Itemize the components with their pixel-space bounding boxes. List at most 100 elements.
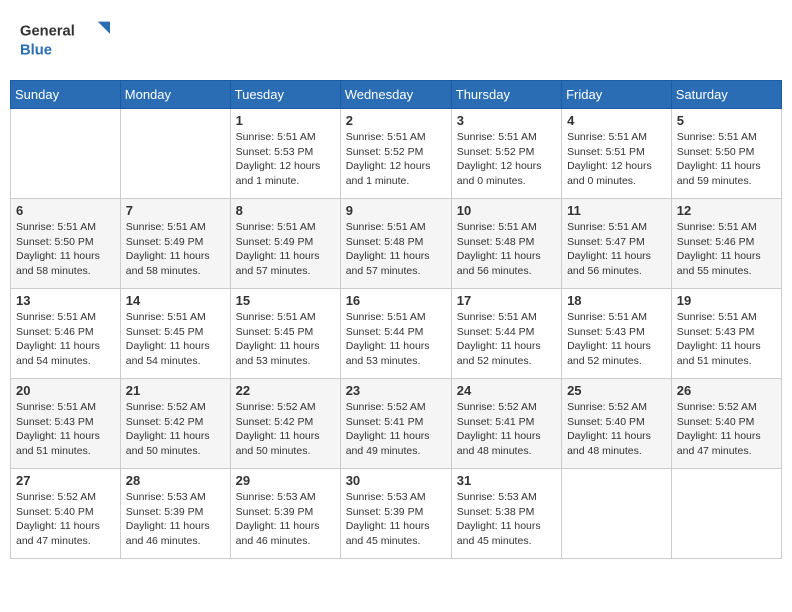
day-cell: 17 Sunrise: 5:51 AM Sunset: 5:44 PM Dayli…: [451, 289, 561, 379]
day-number: 19: [677, 293, 776, 308]
day-cell: 27 Sunrise: 5:52 AM Sunset: 5:40 PM Dayli…: [11, 469, 121, 559]
day-cell: 14 Sunrise: 5:51 AM Sunset: 5:45 PM Dayli…: [120, 289, 230, 379]
week-row-2: 6 Sunrise: 5:51 AM Sunset: 5:50 PM Daylig…: [11, 199, 782, 289]
day-cell: 18 Sunrise: 5:51 AM Sunset: 5:43 PM Dayli…: [562, 289, 672, 379]
calendar-table: SundayMondayTuesdayWednesdayThursdayFrid…: [10, 80, 782, 559]
day-info: Sunrise: 5:51 AM Sunset: 5:51 PM Dayligh…: [567, 130, 666, 189]
day-info: Sunrise: 5:51 AM Sunset: 5:50 PM Dayligh…: [677, 130, 776, 189]
day-info: Sunrise: 5:52 AM Sunset: 5:40 PM Dayligh…: [567, 400, 666, 459]
day-cell: 23Sunrise: 5:52 AM Sunset: 5:41 PM Dayli…: [340, 379, 451, 469]
weekday-header-friday: Friday: [562, 81, 672, 109]
day-number: 22: [236, 383, 335, 398]
day-info: Sunrise: 5:51 AM Sunset: 5:50 PM Dayligh…: [16, 220, 115, 279]
weekday-header-saturday: Saturday: [671, 81, 781, 109]
day-number: 26: [677, 383, 776, 398]
week-row-1: 1 Sunrise: 5:51 AM Sunset: 5:53 PM Daylig…: [11, 109, 782, 199]
day-info: Sunrise: 5:51 AM Sunset: 5:52 PM Dayligh…: [457, 130, 556, 189]
day-info: Sunrise: 5:52 AM Sunset: 5:40 PM Dayligh…: [677, 400, 776, 459]
day-info: Sunrise: 5:51 AM Sunset: 5:46 PM Dayligh…: [16, 310, 115, 369]
day-cell: 30 Sunrise: 5:53 AM Sunset: 5:39 PM Dayli…: [340, 469, 451, 559]
day-number: 14: [126, 293, 225, 308]
day-info: Sunrise: 5:51 AM Sunset: 5:53 PM Dayligh…: [236, 130, 335, 189]
day-number: 7: [126, 203, 225, 218]
day-info: Sunrise: 5:51 AM Sunset: 5:48 PM Dayligh…: [457, 220, 556, 279]
day-info: Sunrise: 5:53 AM Sunset: 5:39 PM Dayligh…: [236, 490, 335, 549]
day-number: 10: [457, 203, 556, 218]
svg-text:General: General: [20, 24, 75, 40]
day-cell: 10 Sunrise: 5:51 AM Sunset: 5:48 PM Dayli…: [451, 199, 561, 289]
day-number: 25: [567, 383, 666, 398]
weekday-header-sunday: Sunday: [11, 81, 121, 109]
day-number: 5: [677, 113, 776, 128]
day-cell: 9 Sunrise: 5:51 AM Sunset: 5:48 PM Daylig…: [340, 199, 451, 289]
day-info: Sunrise: 5:52 AM Sunset: 5:42 PM Dayligh…: [236, 400, 335, 459]
day-cell: [120, 109, 230, 199]
weekday-header-thursday: Thursday: [451, 81, 561, 109]
day-number: 6: [16, 203, 115, 218]
day-cell: [562, 469, 672, 559]
day-info: Sunrise: 5:53 AM Sunset: 5:39 PM Dayligh…: [346, 490, 446, 549]
day-number: 11: [567, 203, 666, 218]
weekday-header-tuesday: Tuesday: [230, 81, 340, 109]
day-info: Sunrise: 5:51 AM Sunset: 5:48 PM Dayligh…: [346, 220, 446, 279]
day-info: Sunrise: 5:51 AM Sunset: 5:43 PM Dayligh…: [677, 310, 776, 369]
day-cell: 4 Sunrise: 5:51 AM Sunset: 5:51 PM Daylig…: [562, 109, 672, 199]
day-number: 28: [126, 473, 225, 488]
page-header: General Blue: [10, 10, 782, 70]
day-info: Sunrise: 5:51 AM Sunset: 5:52 PM Dayligh…: [346, 130, 446, 189]
day-number: 4: [567, 113, 666, 128]
day-number: 1: [236, 113, 335, 128]
day-info: Sunrise: 5:51 AM Sunset: 5:49 PM Dayligh…: [126, 220, 225, 279]
day-number: 29: [236, 473, 335, 488]
day-cell: 15Sunrise: 5:51 AM Sunset: 5:45 PM Dayli…: [230, 289, 340, 379]
day-number: 8: [236, 203, 335, 218]
day-number: 30: [346, 473, 446, 488]
day-number: 31: [457, 473, 556, 488]
day-number: 17: [457, 293, 556, 308]
day-info: Sunrise: 5:52 AM Sunset: 5:42 PM Dayligh…: [126, 400, 225, 459]
day-cell: 2 Sunrise: 5:51 AM Sunset: 5:52 PM Daylig…: [340, 109, 451, 199]
day-info: Sunrise: 5:53 AM Sunset: 5:38 PM Dayligh…: [457, 490, 556, 549]
day-cell: [11, 109, 121, 199]
day-info: Sunrise: 5:53 AM Sunset: 5:39 PM Dayligh…: [126, 490, 225, 549]
svg-text:Blue: Blue: [20, 42, 52, 58]
logo: General Blue: [20, 15, 110, 65]
day-cell: 31 Sunrise: 5:53 AM Sunset: 5:38 PM Dayli…: [451, 469, 561, 559]
weekday-header-monday: Monday: [120, 81, 230, 109]
week-row-5: 27 Sunrise: 5:52 AM Sunset: 5:40 PM Dayli…: [11, 469, 782, 559]
day-info: Sunrise: 5:52 AM Sunset: 5:41 PM Dayligh…: [457, 400, 556, 459]
weekday-header-wednesday: Wednesday: [340, 81, 451, 109]
day-cell: 16 Sunrise: 5:51 AM Sunset: 5:44 PM Dayli…: [340, 289, 451, 379]
day-cell: [671, 469, 781, 559]
day-cell: 3 Sunrise: 5:51 AM Sunset: 5:52 PM Daylig…: [451, 109, 561, 199]
day-info: Sunrise: 5:51 AM Sunset: 5:45 PM Dayligh…: [126, 310, 225, 369]
day-number: 12: [677, 203, 776, 218]
day-number: 3: [457, 113, 556, 128]
day-number: 13: [16, 293, 115, 308]
day-number: 9: [346, 203, 446, 218]
day-number: 2: [346, 113, 446, 128]
day-cell: 26 Sunrise: 5:52 AM Sunset: 5:40 PM Dayli…: [671, 379, 781, 469]
week-row-3: 13 Sunrise: 5:51 AM Sunset: 5:46 PM Dayli…: [11, 289, 782, 379]
day-cell: 5 Sunrise: 5:51 AM Sunset: 5:50 PM Daylig…: [671, 109, 781, 199]
day-info: Sunrise: 5:52 AM Sunset: 5:40 PM Dayligh…: [16, 490, 115, 549]
day-info: Sunrise: 5:51 AM Sunset: 5:43 PM Dayligh…: [567, 310, 666, 369]
day-cell: 12 Sunrise: 5:51 AM Sunset: 5:46 PM Dayli…: [671, 199, 781, 289]
day-number: 27: [16, 473, 115, 488]
day-info: Sunrise: 5:51 AM Sunset: 5:44 PM Dayligh…: [346, 310, 446, 369]
day-cell: 20Sunrise: 5:51 AM Sunset: 5:43 PM Dayli…: [11, 379, 121, 469]
day-number: 15: [236, 293, 335, 308]
day-cell: 28 Sunrise: 5:53 AM Sunset: 5:39 PM Dayli…: [120, 469, 230, 559]
day-cell: 1 Sunrise: 5:51 AM Sunset: 5:53 PM Daylig…: [230, 109, 340, 199]
day-cell: 13 Sunrise: 5:51 AM Sunset: 5:46 PM Dayli…: [11, 289, 121, 379]
day-info: Sunrise: 5:51 AM Sunset: 5:44 PM Dayligh…: [457, 310, 556, 369]
logo-svg: General Blue: [20, 15, 110, 65]
day-number: 18: [567, 293, 666, 308]
day-number: 16: [346, 293, 446, 308]
day-cell: 25 Sunrise: 5:52 AM Sunset: 5:40 PM Dayli…: [562, 379, 672, 469]
weekday-header-row: SundayMondayTuesdayWednesdayThursdayFrid…: [11, 81, 782, 109]
day-cell: 21 Sunrise: 5:52 AM Sunset: 5:42 PM Dayli…: [120, 379, 230, 469]
day-number: 21: [126, 383, 225, 398]
day-info: Sunrise: 5:51 AM Sunset: 5:46 PM Dayligh…: [677, 220, 776, 279]
day-cell: 24Sunrise: 5:52 AM Sunset: 5:41 PM Dayli…: [451, 379, 561, 469]
